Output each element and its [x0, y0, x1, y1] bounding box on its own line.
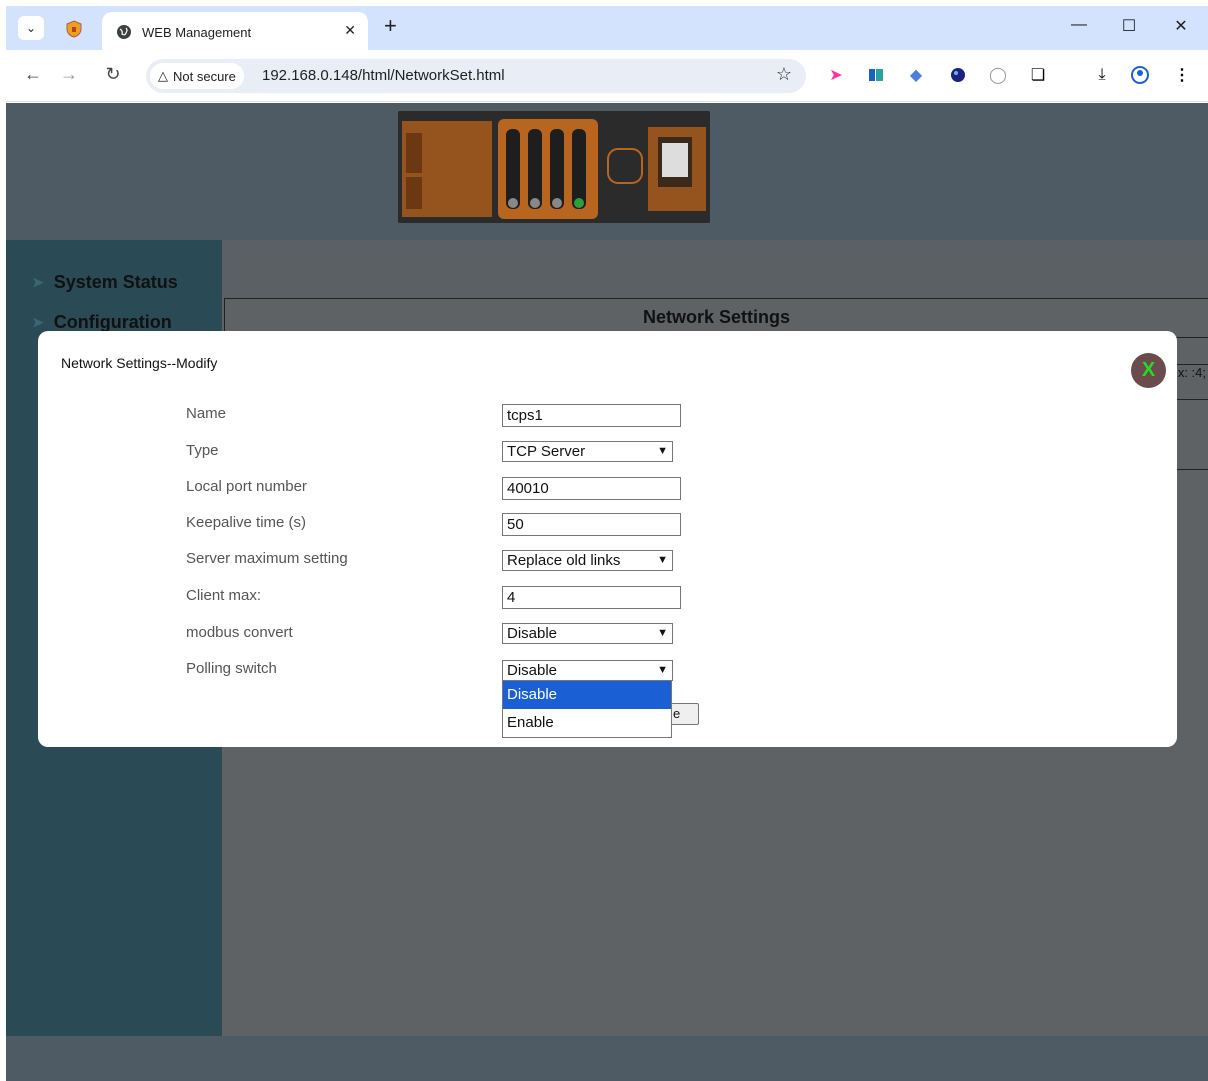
omnibox[interactable]: △ Not secure 192.168.0.148/html/NetworkS…	[146, 59, 806, 93]
modbus-label: modbus convert	[186, 624, 293, 641]
back-arrow-icon[interactable]: ←	[22, 64, 44, 85]
keepalive-field[interactable]	[502, 513, 681, 536]
site-info-chip[interactable]: △ Not secure	[150, 63, 244, 89]
minimize-icon[interactable]: —	[1064, 16, 1094, 34]
device-illustration	[398, 111, 710, 223]
close-dialog-button[interactable]: X	[1131, 353, 1166, 388]
reload-icon[interactable]: ↻	[102, 64, 124, 85]
arrow-right-icon: ➤	[32, 274, 44, 290]
sidebar-item-system-status[interactable]: ➤ System Status	[32, 272, 178, 293]
extension-shield-gray-icon[interactable]: ◯	[988, 65, 1008, 85]
url-text[interactable]: 192.168.0.148/html/NetworkSet.html	[262, 67, 505, 84]
bookmark-star-icon[interactable]: ☆	[776, 64, 792, 85]
close-tab-icon[interactable]: ✕	[344, 22, 356, 39]
modify-dialog: Network Settings--Modify X Name Type TCP…	[38, 331, 1177, 747]
sidebar-item-label: Configuration	[53, 312, 172, 332]
table-cell: x: :4;	[1177, 365, 1206, 380]
device-image	[398, 111, 710, 223]
table-title: Network Settings	[642, 307, 791, 327]
chevron-down-icon: ▼	[657, 664, 668, 676]
not-secure-label: Not secure	[173, 68, 236, 84]
download-icon[interactable]: ⤓	[1092, 65, 1112, 85]
more-menu-icon[interactable]: ⋮	[1172, 65, 1192, 85]
active-tab[interactable]: WEB Management ✕	[102, 12, 368, 50]
browser-tab-bar: ⌄ WEB Management ✕ + — ☐ ✕	[6, 6, 1208, 50]
forward-arrow-icon[interactable]: →	[58, 64, 80, 85]
chevron-down-icon: ⌄	[25, 21, 37, 35]
dropdown-option-disable[interactable]: Disable	[503, 681, 671, 709]
keepalive-label: Keepalive time (s)	[186, 514, 307, 531]
server-max-label: Server maximum setting	[186, 550, 348, 567]
polling-select-value: Disable	[507, 662, 558, 679]
new-tab-button[interactable]: +	[384, 15, 397, 37]
save-button[interactable]: e	[668, 703, 699, 725]
extension-book-icon[interactable]	[866, 65, 886, 85]
server-max-select-value: Replace old links	[507, 552, 621, 569]
chevron-down-icon: ▼	[657, 445, 668, 457]
client-max-label: Client max:	[186, 587, 262, 604]
header-banner	[6, 103, 1208, 240]
close-window-icon[interactable]: ✕	[1166, 16, 1196, 36]
page-footer	[6, 1036, 1208, 1081]
tab-search-button[interactable]: ⌄	[18, 16, 44, 40]
extension-arrow-icon[interactable]: ➤	[826, 65, 846, 85]
content-header	[222, 240, 1208, 298]
address-toolbar: ← → ↻ △ Not secure 192.168.0.148/html/Ne…	[6, 50, 1208, 102]
globe-icon	[117, 25, 131, 39]
type-label: Type	[186, 442, 219, 459]
tab-title: WEB Management	[142, 25, 252, 40]
local-port-label: Local port number	[186, 478, 307, 495]
name-field[interactable]	[502, 404, 681, 427]
polling-dropdown-list: Disable Enable	[502, 680, 672, 738]
extensions-puzzle-icon[interactable]: ❏	[1028, 65, 1048, 85]
type-select[interactable]: TCP Server ▼	[502, 441, 673, 462]
client-max-field[interactable]	[502, 586, 681, 609]
extension-circle-icon[interactable]	[948, 65, 968, 85]
extension-tag-icon[interactable]: ◆	[906, 65, 926, 85]
maximize-icon[interactable]: ☐	[1114, 16, 1144, 36]
warning-triangle-icon: △	[158, 68, 168, 83]
profile-icon[interactable]	[1130, 65, 1150, 85]
dropdown-option-enable[interactable]: Enable	[503, 709, 671, 737]
server-max-select[interactable]: Replace old links ▼	[502, 550, 673, 571]
name-label: Name	[186, 405, 227, 422]
arrow-right-icon: ➤	[32, 314, 44, 330]
sidebar-item-configuration[interactable]: ➤ Configuration	[32, 312, 172, 333]
extension-shield-icon[interactable]	[66, 20, 82, 38]
polling-label: Polling switch	[186, 660, 277, 677]
modbus-select[interactable]: Disable ▼	[502, 623, 673, 644]
sidebar-item-label: System Status	[53, 272, 178, 292]
polling-select[interactable]: Disable ▼	[502, 660, 673, 681]
chevron-down-icon: ▼	[657, 554, 668, 566]
dialog-title: Network Settings--Modify	[61, 355, 218, 371]
type-select-value: TCP Server	[507, 443, 586, 460]
chevron-down-icon: ▼	[657, 627, 668, 639]
local-port-field[interactable]	[502, 477, 681, 500]
modbus-select-value: Disable	[507, 625, 558, 642]
